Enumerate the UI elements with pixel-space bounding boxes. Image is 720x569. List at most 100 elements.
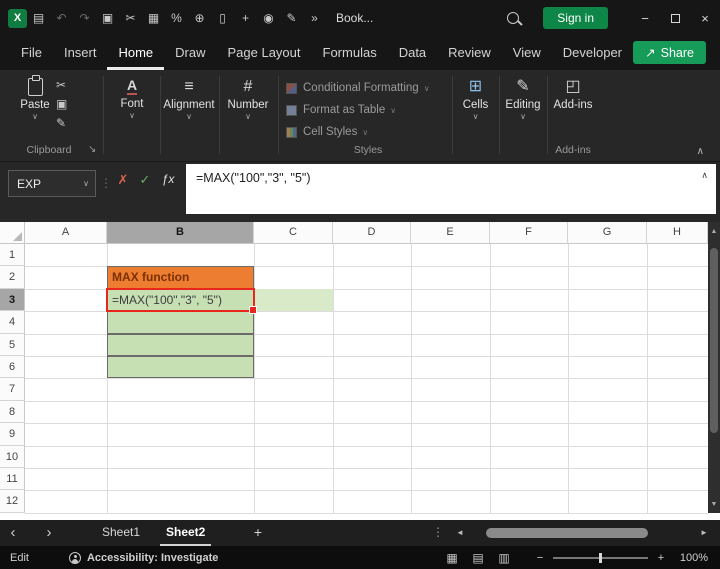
page-break-view-icon[interactable]: ▥ [491, 551, 517, 565]
paste-button[interactable]: Paste ∨ [14, 76, 56, 120]
zoom-slider[interactable] [553, 552, 648, 564]
percent-icon[interactable]: % [165, 11, 188, 25]
horizontal-scrollbar-thumb[interactable] [486, 528, 648, 538]
collapse-ribbon-icon[interactable]: ∧ [697, 146, 704, 157]
normal-view-icon[interactable]: ▦ [439, 551, 465, 565]
picture-icon[interactable]: ▦ [142, 11, 165, 25]
row-header-12[interactable]: 12 [0, 490, 25, 512]
row-header-4[interactable]: 4 [0, 311, 25, 333]
vertical-scrollbar-thumb[interactable] [710, 248, 718, 433]
share-button[interactable]: ↗ Share [633, 41, 706, 64]
undo-icon[interactable]: ↶ [50, 11, 73, 25]
format-painter-icon[interactable]: ✎ [56, 116, 67, 130]
prev-sheet-icon[interactable]: ‹ [4, 520, 22, 546]
accessibility-status[interactable]: Accessibility: Investigate [87, 552, 218, 564]
next-sheet-icon[interactable]: › [40, 520, 58, 546]
row-header-7[interactable]: 7 [0, 378, 25, 400]
new-sheet-button[interactable]: + [248, 520, 268, 546]
tab-sheet2[interactable]: Sheet2 [160, 520, 211, 546]
row-header-3[interactable]: 3 [0, 289, 25, 311]
column-header-g[interactable]: G [568, 222, 647, 244]
row-header-10[interactable]: 10 [0, 446, 25, 468]
zoom-out-icon[interactable]: − [533, 552, 547, 564]
copy-icon[interactable]: ▣ [96, 11, 119, 25]
tab-file[interactable]: File [10, 36, 53, 70]
editing-group-button[interactable]: ✎ Editing ∨ [500, 78, 546, 120]
tab-page-layout[interactable]: Page Layout [217, 36, 312, 70]
column-header-b[interactable]: B [107, 222, 254, 244]
tab-sheet1[interactable]: Sheet1 [96, 520, 146, 546]
row-header-9[interactable]: 9 [0, 423, 25, 445]
cell-b3-active[interactable]: =MAX("100","3", "5") [106, 288, 255, 312]
column-header-e[interactable]: E [411, 222, 490, 244]
insert-function-icon[interactable]: ƒx [157, 172, 179, 186]
select-all-button[interactable] [0, 222, 25, 244]
format-as-table-button[interactable]: Format as Table ∨ [286, 100, 450, 120]
cut-icon[interactable]: ✂ [119, 11, 142, 25]
search-icon[interactable] [507, 12, 519, 24]
camera-icon[interactable]: ◉ [257, 11, 280, 25]
minimize-button[interactable]: − [630, 0, 660, 36]
cell-b5[interactable] [107, 334, 254, 356]
zoom-slider-thumb[interactable] [599, 553, 602, 563]
column-header-d[interactable]: D [333, 222, 411, 244]
tab-formulas[interactable]: Formulas [312, 36, 388, 70]
column-header-f[interactable]: F [490, 222, 568, 244]
formula-input[interactable]: =MAX("100","3", "5") ∧ [186, 164, 716, 214]
scroll-up-icon[interactable]: ▲ [708, 222, 720, 240]
font-group-button[interactable]: A Font ∨ [106, 78, 158, 119]
tab-home[interactable]: Home [107, 36, 164, 70]
hscroll-left-icon[interactable]: ◄ [452, 520, 468, 546]
conditional-formatting-button[interactable]: Conditional Formatting ∨ [286, 78, 450, 98]
cut-icon[interactable]: ✂ [56, 78, 67, 92]
tab-view[interactable]: View [502, 36, 552, 70]
cells-group-button[interactable]: ⊞ Cells ∨ [453, 78, 498, 120]
tabbar-more-icon[interactable]: ⋮ [430, 520, 446, 546]
row-header-11[interactable]: 11 [0, 468, 25, 490]
cancel-entry-icon[interactable]: ✗ [112, 172, 134, 188]
clipboard-dialog-launcher-icon[interactable]: ↘ [88, 144, 96, 155]
row-header-5[interactable]: 5 [0, 334, 25, 356]
name-box-resizer[interactable]: ⋮ [100, 176, 112, 190]
addins-button[interactable]: ◰ Add-ins [548, 78, 598, 111]
add-icon[interactable]: + [234, 11, 257, 25]
cell-c3[interactable] [254, 289, 333, 311]
more-commands-icon[interactable]: » [303, 11, 326, 25]
cell-b6[interactable] [107, 356, 254, 378]
save-icon[interactable]: ▤ [27, 11, 50, 25]
column-header-h[interactable]: H [647, 222, 708, 244]
document-icon[interactable]: ▯ [211, 11, 234, 25]
tab-data[interactable]: Data [388, 36, 437, 70]
cell-b2[interactable]: MAX function [107, 266, 254, 288]
cell-b4[interactable] [107, 311, 254, 333]
redo-icon[interactable]: ↷ [73, 11, 96, 25]
tab-draw[interactable]: Draw [164, 36, 216, 70]
close-button[interactable]: × [690, 0, 720, 36]
pen-icon[interactable]: ✎ [280, 11, 303, 25]
tab-developer[interactable]: Developer [552, 36, 633, 70]
name-box[interactable]: EXP ∨ [8, 170, 96, 197]
globe-icon[interactable]: ⊕ [188, 11, 211, 25]
row-header-1[interactable]: 1 [0, 244, 25, 266]
collapse-formula-bar-icon[interactable]: ∧ [701, 170, 708, 181]
row-header-2[interactable]: 2 [0, 266, 25, 288]
zoom-in-icon[interactable]: + [654, 552, 668, 564]
zoom-level[interactable]: 100% [668, 552, 708, 564]
cell-styles-button[interactable]: Cell Styles ∨ [286, 122, 450, 142]
column-header-c[interactable]: C [254, 222, 333, 244]
hscroll-right-icon[interactable]: ► [696, 520, 712, 546]
copy-icon[interactable]: ▣ [56, 97, 67, 111]
scroll-down-icon[interactable]: ▼ [708, 495, 720, 513]
number-group-button[interactable]: # Number ∨ [220, 78, 276, 120]
alignment-group-button[interactable]: ≡ Alignment ∨ [161, 78, 217, 120]
row-header-6[interactable]: 6 [0, 356, 25, 378]
tab-insert[interactable]: Insert [53, 36, 108, 70]
tab-review[interactable]: Review [437, 36, 502, 70]
maximize-button[interactable] [660, 0, 690, 36]
page-layout-view-icon[interactable]: ▤ [465, 551, 491, 565]
confirm-entry-icon[interactable]: ✓ [134, 172, 156, 188]
sign-in-button[interactable]: Sign in [543, 7, 608, 29]
vertical-scrollbar[interactable]: ▲ ▼ [708, 222, 720, 513]
column-header-a[interactable]: A [25, 222, 107, 244]
row-header-8[interactable]: 8 [0, 401, 25, 423]
